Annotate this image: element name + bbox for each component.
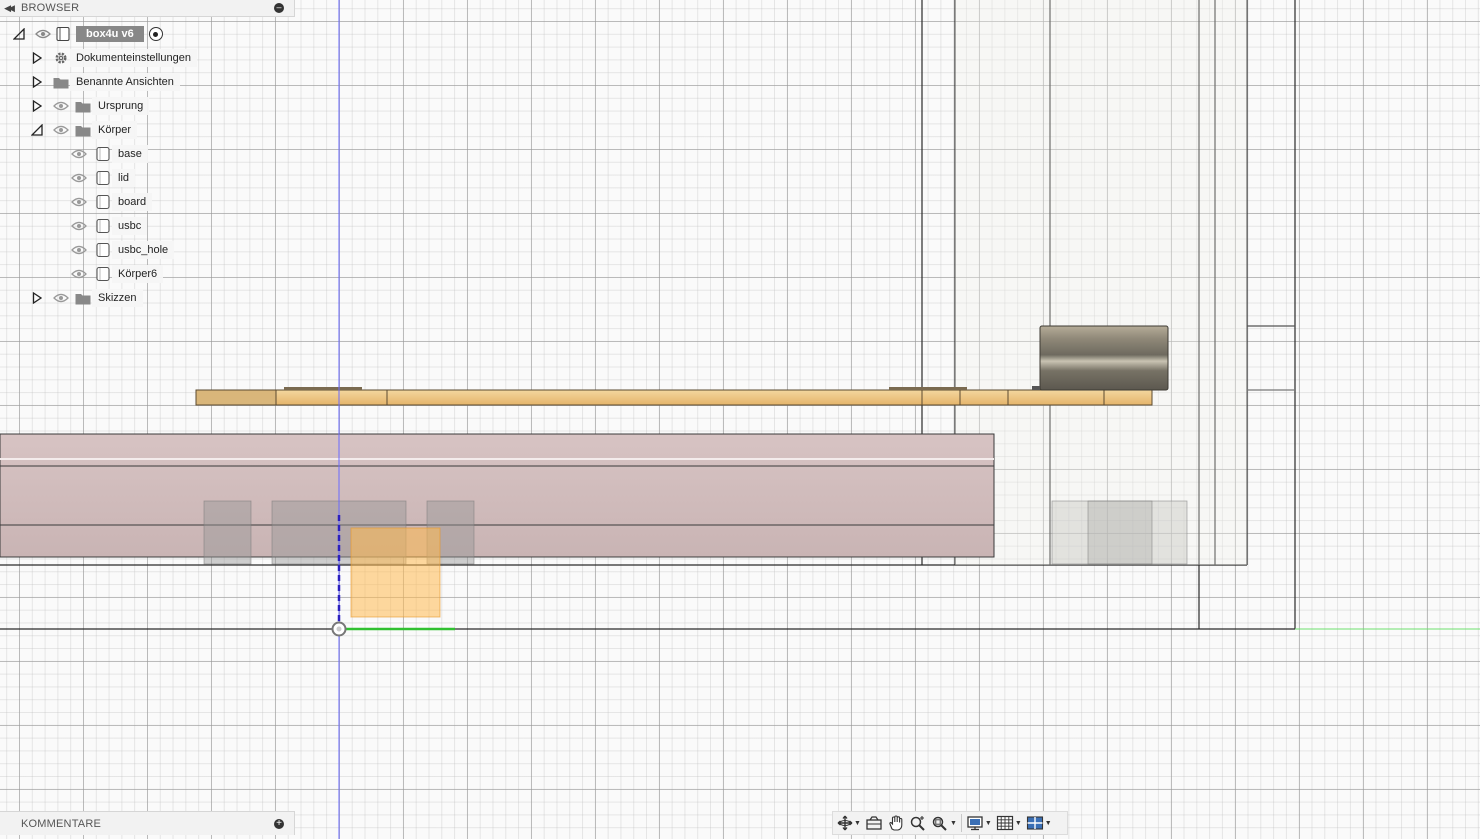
orbit-icon[interactable]: ▼ <box>837 813 861 833</box>
selected-body-koerper6[interactable] <box>350 527 441 618</box>
body-icon <box>94 194 112 210</box>
folder-icon <box>74 122 92 138</box>
browser-body-usbc[interactable]: usbc <box>70 216 148 236</box>
base-body[interactable] <box>0 433 995 558</box>
gear-icon <box>52 50 70 66</box>
browser-item-label: Ursprung <box>92 97 150 115</box>
usbc-body[interactable] <box>1032 325 1169 391</box>
browser-body-board[interactable]: board <box>70 192 153 212</box>
zoom-icon[interactable] <box>909 813 927 833</box>
eye-icon[interactable] <box>70 243 88 257</box>
browser-item-label: Skizzen <box>92 289 143 307</box>
look-at-icon[interactable] <box>865 813 883 833</box>
eye-icon[interactable] <box>70 171 88 185</box>
collapse-panel-icon[interactable]: ◀◀ <box>0 3 16 14</box>
collapse-triangle-icon[interactable] <box>12 27 26 41</box>
eye-icon[interactable] <box>70 195 88 209</box>
expand-triangle-icon[interactable] <box>30 75 44 89</box>
body-icon <box>94 266 112 282</box>
activate-component-icon[interactable] <box>148 27 163 41</box>
display-settings-icon[interactable]: ▼ <box>966 813 992 833</box>
lid-body[interactable] <box>955 0 1247 565</box>
minimize-panel-icon[interactable]: – <box>274 3 284 13</box>
add-comment-icon[interactable]: + <box>274 819 284 829</box>
browser-title: BROWSER <box>21 2 80 14</box>
comments-panel[interactable]: KOMMENTARE + <box>0 811 295 835</box>
expand-triangle-icon[interactable] <box>30 99 44 113</box>
eye-icon[interactable] <box>52 99 70 113</box>
folder-icon <box>52 74 70 90</box>
browser-item-label: Benannte Ansichten <box>70 73 180 91</box>
browser-item-label: Körper <box>92 121 138 139</box>
eye-icon[interactable] <box>34 27 52 41</box>
collapse-triangle-icon[interactable] <box>30 123 44 137</box>
viewports-icon[interactable]: ▼ <box>1026 813 1052 833</box>
browser-item-label: lid <box>112 169 136 187</box>
component-icon <box>54 26 72 42</box>
expand-triangle-icon[interactable] <box>30 291 44 305</box>
browser-item-label: base <box>112 145 148 163</box>
browser-item-skizzen[interactable]: Skizzen <box>30 288 143 308</box>
browser-panel-header: ◀◀ BROWSER – <box>0 0 295 17</box>
eye-icon[interactable] <box>70 267 88 281</box>
expand-triangle-icon[interactable] <box>30 51 44 65</box>
browser-item-label: usbc <box>112 217 148 235</box>
body-icon <box>94 170 112 186</box>
folder-icon <box>74 98 92 114</box>
body-icon <box>94 242 112 258</box>
eye-icon[interactable] <box>70 147 88 161</box>
browser-item-benannte-ansichten[interactable]: Benannte Ansichten <box>30 72 180 92</box>
browser-root-row[interactable]: box4u v6 <box>12 24 163 44</box>
root-component-label: box4u v6 <box>76 26 144 42</box>
body-icon <box>94 146 112 162</box>
browser-body-lid[interactable]: lid <box>70 168 136 188</box>
browser-item-dokumenteinstellungen[interactable]: Dokumenteinstellungen <box>30 48 197 68</box>
viewport-canvas[interactable] <box>0 0 1480 839</box>
browser-body-koerper6[interactable]: Körper6 <box>70 264 164 284</box>
eye-icon[interactable] <box>70 219 88 233</box>
comments-title: KOMMENTARE <box>21 817 102 830</box>
folder-icon <box>74 290 92 306</box>
browser-item-label: Dokumenteinstellungen <box>70 49 197 67</box>
browser-item-label: usbc_hole <box>112 241 175 259</box>
origin-axes <box>331 0 1480 839</box>
fit-zoom-icon[interactable]: ▼ <box>931 813 957 833</box>
browser-item-label: board <box>112 193 153 211</box>
browser-item-ursprung[interactable]: Ursprung <box>30 96 150 116</box>
navigation-toolbar: ▼ ▼ ▼ ▼ ▼ <box>832 811 1068 835</box>
browser-body-base[interactable]: base <box>70 144 148 164</box>
eye-icon[interactable] <box>52 123 70 137</box>
browser-item-koerper[interactable]: Körper <box>30 120 138 140</box>
grid-icon[interactable]: ▼ <box>996 813 1022 833</box>
pan-hand-icon[interactable] <box>887 813 905 833</box>
body-icon <box>94 218 112 234</box>
browser-body-usbc-hole[interactable]: usbc_hole <box>70 240 175 260</box>
browser-item-label: Körper6 <box>112 265 164 283</box>
eye-icon[interactable] <box>52 291 70 305</box>
